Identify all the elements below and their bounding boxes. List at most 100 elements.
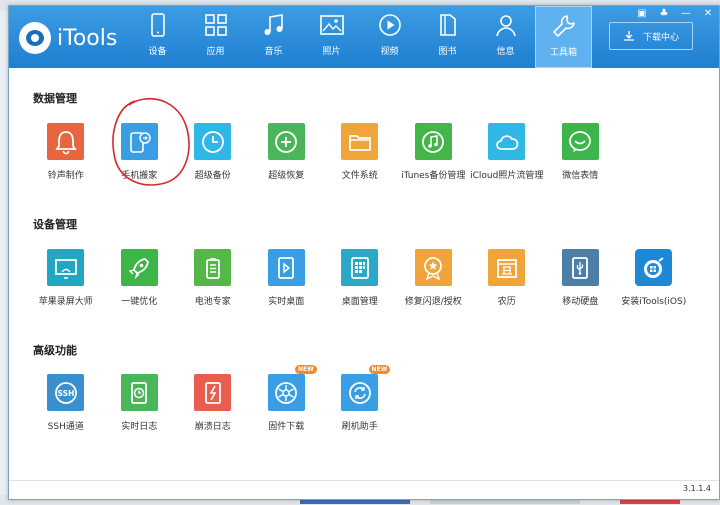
tool-mobile-drive[interactable]: 移动硬盘: [544, 249, 618, 307]
nav-item-label: 设备: [148, 47, 167, 57]
music-icon: [264, 14, 283, 35]
tool-fix-crash-auth[interactable]: 修复闪退/授权: [397, 249, 471, 307]
status-bar: 3.1.1.4: [9, 480, 719, 499]
tool-file-system[interactable]: 文件系统: [323, 123, 397, 181]
tool-screen-recorder[interactable]: 苹果录屏大师: [29, 249, 103, 307]
section-title-device: 设备管理: [33, 218, 77, 231]
crash-icon: [204, 381, 221, 404]
log-icon: [131, 381, 148, 404]
itools-logo-icon: [643, 256, 664, 278]
tool-label: iTunes备份管理: [401, 171, 466, 181]
app-name: iTools: [57, 25, 118, 51]
tool-realtime-log[interactable]: 实时日志: [103, 374, 177, 432]
nav-item-video[interactable]: 视频: [361, 6, 418, 68]
tool-label: 崩溃日志: [194, 422, 231, 432]
tool-install-itools-ios[interactable]: 安装iTools(iOS): [617, 249, 691, 307]
tool-realtime-desktop[interactable]: 实时桌面: [250, 249, 324, 307]
user-icon: [495, 15, 516, 37]
close-button[interactable]: ✕: [697, 6, 719, 20]
download-center-label: 下载中心: [642, 32, 679, 43]
rocket-icon: [128, 257, 150, 279]
video-icon: [378, 14, 401, 36]
badge-icon: [424, 256, 443, 280]
tool-firmware-download[interactable]: NEW 固件下载: [250, 365, 324, 432]
tool-label: 一键优化: [121, 297, 158, 307]
nav-item-label: 信息: [496, 47, 515, 57]
book-icon: [439, 14, 456, 36]
tool-label: 移动硬盘: [562, 297, 599, 307]
window-controls: ▣ ♣ — ✕: [631, 6, 719, 20]
nav-item-label: 应用: [206, 47, 225, 57]
tool-itunes-backup[interactable]: iTunes备份管理: [397, 123, 471, 181]
nav-item-label: 音乐: [264, 47, 283, 57]
nav-item-toolbox[interactable]: 工具箱: [535, 6, 592, 68]
section-title-advanced: 高级功能: [33, 344, 77, 357]
download-icon: [623, 31, 634, 41]
message-icon[interactable]: ▣: [631, 6, 653, 20]
download-center-button[interactable]: 下载中心: [609, 22, 693, 50]
tool-label: 修复闪退/授权: [404, 297, 462, 307]
tool-label: 苹果录屏大师: [38, 297, 93, 307]
tool-super-restore[interactable]: 超级恢复: [250, 123, 324, 181]
tool-grid-advanced: SSH SSH通道 实时日志 崩溃日志 NEW 固件下载 NEW 刷机助手: [29, 365, 397, 432]
red-annotation-circle: [112, 98, 190, 186]
tool-ringtone-maker[interactable]: 铃声制作: [29, 123, 103, 181]
battery-icon: [205, 257, 220, 279]
nav-item-photos[interactable]: 照片: [303, 6, 360, 68]
nav-item-music[interactable]: 音乐: [245, 6, 302, 68]
nav-item-info[interactable]: 信息: [477, 6, 534, 68]
grid-icon: [350, 256, 369, 279]
clock-icon: [201, 130, 224, 153]
photo-icon: [319, 15, 344, 35]
tool-label: iCloud照片流管理: [470, 171, 544, 181]
tool-one-click-optimize[interactable]: 一键优化: [103, 249, 177, 307]
tool-label: 微信表情: [562, 171, 599, 181]
tool-ssh-channel[interactable]: SSH SSH通道: [29, 374, 103, 432]
title-bar: iTools 设备 应用 音乐 照片 视频 图书 信息 工具箱 下载中心 ▣ ♣…: [9, 6, 719, 68]
plus-circle-icon: [275, 130, 298, 153]
nav-item-label: 图书: [438, 47, 457, 57]
minimize-button[interactable]: —: [675, 6, 697, 20]
skin-icon[interactable]: ♣: [653, 6, 675, 20]
main-nav: 设备 应用 音乐 照片 视频 图书 信息 工具箱: [129, 6, 593, 68]
tool-label: 桌面管理: [341, 297, 378, 307]
ssh-icon: SSH: [54, 381, 77, 404]
tool-label: SSH通道: [47, 422, 84, 432]
nav-item-device[interactable]: 设备: [129, 6, 186, 68]
tool-wechat-emoji[interactable]: 微信表情: [544, 123, 618, 181]
tool-crash-log[interactable]: 崩溃日志: [176, 374, 250, 432]
tool-battery-expert[interactable]: 电池专家: [176, 249, 250, 307]
calendar-icon: [496, 258, 517, 278]
screen-icon: [54, 258, 77, 279]
tool-label: 实时桌面: [268, 297, 305, 307]
version-label: 3.1.1.4: [683, 484, 711, 493]
usb-icon: [572, 256, 589, 279]
tool-label: 铃声制作: [47, 171, 84, 181]
folder-icon: [348, 134, 371, 151]
tool-icloud-photostream[interactable]: iCloud照片流管理: [470, 123, 544, 181]
app-logo: iTools: [19, 22, 117, 54]
tool-flash-assistant[interactable]: NEW 刷机助手: [323, 365, 397, 432]
tool-label: 电池专家: [194, 297, 231, 307]
play-screen-icon: [278, 256, 295, 279]
cloud-icon: [495, 134, 519, 150]
tool-label: 实时日志: [121, 422, 158, 432]
smile-icon: [569, 130, 592, 152]
tool-lunar-calendar[interactable]: 农历: [470, 249, 544, 307]
tool-label: 农历: [497, 297, 516, 307]
tool-label: 刷机助手: [341, 422, 378, 432]
phone-icon: [150, 13, 165, 37]
nav-item-apps[interactable]: 应用: [187, 6, 244, 68]
bell-icon: [55, 130, 77, 154]
wrench-icon: [552, 15, 575, 37]
nav-item-label: 照片: [322, 47, 341, 57]
tool-desktop-manager[interactable]: 桌面管理: [323, 249, 397, 307]
nav-item-books[interactable]: 图书: [419, 6, 476, 68]
music-circle-icon: [422, 130, 445, 153]
tool-label: 超级备份: [194, 171, 231, 181]
refresh-icon: [348, 381, 371, 404]
new-badge: NEW: [368, 365, 391, 374]
itools-window: iTools 设备 应用 音乐 照片 视频 图书 信息 工具箱 下载中心 ▣ ♣…: [8, 5, 720, 500]
new-badge: NEW: [295, 365, 317, 374]
tool-label: 固件下载: [268, 422, 305, 432]
